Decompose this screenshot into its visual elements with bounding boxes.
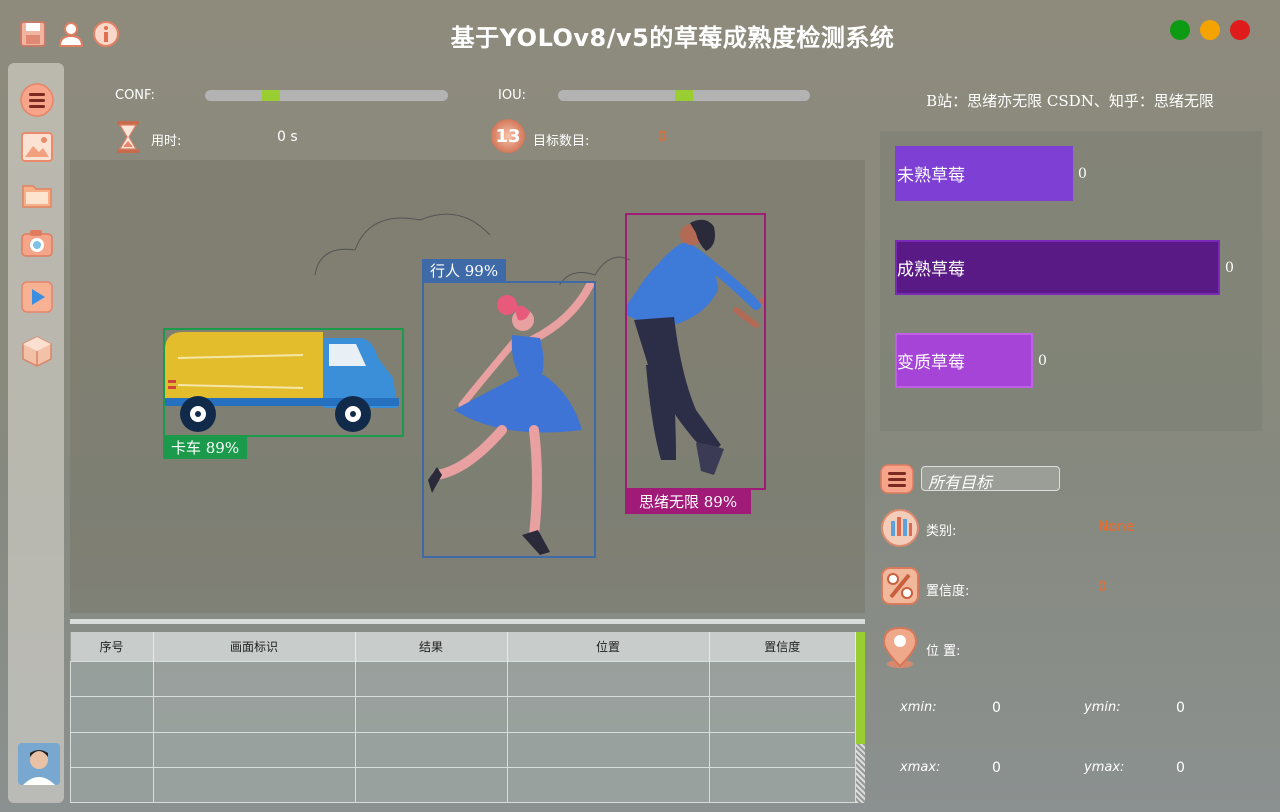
- position-label: 位 置:: [926, 644, 961, 659]
- count-label: 目标数目:: [533, 134, 590, 149]
- hourglass-icon: [114, 120, 142, 154]
- bar-unripe: 未熟草莓: [895, 146, 1073, 201]
- splitter[interactable]: [70, 619, 865, 624]
- detection-canvas[interactable]: 卡车 89% 行人 99% 思绪无限 89%: [70, 160, 865, 613]
- detection-label-person: 思绪无限 89%: [625, 489, 752, 514]
- bar-spoiled-label: 变质草莓: [897, 353, 965, 373]
- class-value: None: [1098, 519, 1135, 535]
- counter-icon: 13: [491, 119, 525, 153]
- count-value: 0: [658, 129, 667, 145]
- ymin-label: ymin:: [1084, 700, 1121, 715]
- time-value: 0 s: [277, 129, 298, 145]
- bar-ripe: 成熟草莓: [895, 240, 1220, 295]
- menu-icon[interactable]: [19, 82, 55, 118]
- column-header-frame[interactable]: 画面标识: [153, 632, 356, 662]
- confidence-label: 置信度:: [926, 584, 970, 599]
- bar-unripe-value: 0: [1078, 166, 1087, 182]
- ymax-label: ymax:: [1084, 760, 1125, 775]
- credits-text: B站：思绪亦无限 CSDN、知乎：思绪无限: [926, 92, 1214, 110]
- detection-label-truck: 卡车 89%: [163, 436, 248, 459]
- iou-slider-handle[interactable]: [675, 90, 693, 101]
- xmin-value: 0: [992, 700, 1001, 716]
- class-count-chart: 未熟草莓 0 成熟草莓 0 变质草莓 0: [880, 131, 1262, 431]
- image-icon[interactable]: [19, 129, 55, 165]
- video-play-icon[interactable]: [19, 279, 55, 315]
- sidebar: [8, 63, 64, 803]
- column-header-index[interactable]: 序号: [70, 632, 154, 662]
- detection-box-truck[interactable]: [163, 328, 404, 437]
- conf-slider-handle[interactable]: [262, 90, 280, 101]
- avatar[interactable]: [18, 743, 60, 785]
- table-row[interactable]: [70, 696, 856, 733]
- model-cube-icon[interactable]: [19, 333, 55, 369]
- xmax-value: 0: [992, 760, 1001, 776]
- bar-ripe-label: 成熟草莓: [897, 260, 965, 280]
- ymax-value: 0: [1176, 760, 1185, 776]
- table-row[interactable]: [70, 731, 856, 768]
- camera-icon[interactable]: [19, 225, 55, 261]
- time-label: 用时:: [151, 134, 182, 149]
- column-header-position[interactable]: 位置: [507, 632, 710, 662]
- bar-ripe-value: 0: [1225, 260, 1234, 276]
- detection-box-person[interactable]: [625, 213, 766, 490]
- xmax-label: xmax:: [900, 760, 941, 775]
- column-header-result[interactable]: 结果: [355, 632, 508, 662]
- table-row[interactable]: [70, 766, 856, 804]
- target-filter-select[interactable]: 所有目标: [921, 466, 1060, 492]
- minimize-button[interactable]: [1200, 20, 1220, 40]
- counter-icon-text: 13: [495, 125, 521, 147]
- iou-label: IOU:: [498, 88, 526, 103]
- confidence-value: 0: [1098, 579, 1107, 595]
- conf-label: CONF:: [115, 88, 155, 103]
- category-icon: [880, 508, 920, 548]
- table-scrollbar-thumb[interactable]: [856, 632, 865, 744]
- xmin-label: xmin:: [900, 700, 937, 715]
- bar-spoiled-value: 0: [1038, 353, 1047, 369]
- table-row[interactable]: [70, 660, 856, 698]
- ymin-value: 0: [1176, 700, 1185, 716]
- detection-box-pedestrian[interactable]: [422, 281, 596, 558]
- column-header-confidence[interactable]: 置信度: [709, 632, 856, 662]
- conf-slider[interactable]: [205, 90, 448, 101]
- app-title: 基于YOLOv8/v5的草莓成熟度检测系统: [450, 24, 895, 52]
- percent-icon: [880, 566, 920, 606]
- maximize-button[interactable]: [1170, 20, 1190, 40]
- folder-icon[interactable]: [19, 177, 55, 213]
- results-table[interactable]: 序号 画面标识 结果 位置 置信度: [70, 632, 856, 804]
- bar-unripe-label: 未熟草莓: [897, 166, 965, 186]
- bar-spoiled: 变质草莓: [895, 333, 1033, 388]
- list-menu-icon[interactable]: [880, 464, 914, 494]
- detection-label-pedestrian: 行人 99%: [422, 259, 507, 282]
- location-pin-icon: [880, 626, 920, 670]
- iou-slider[interactable]: [558, 90, 810, 101]
- class-label: 类别:: [926, 524, 957, 539]
- close-button[interactable]: [1230, 20, 1250, 40]
